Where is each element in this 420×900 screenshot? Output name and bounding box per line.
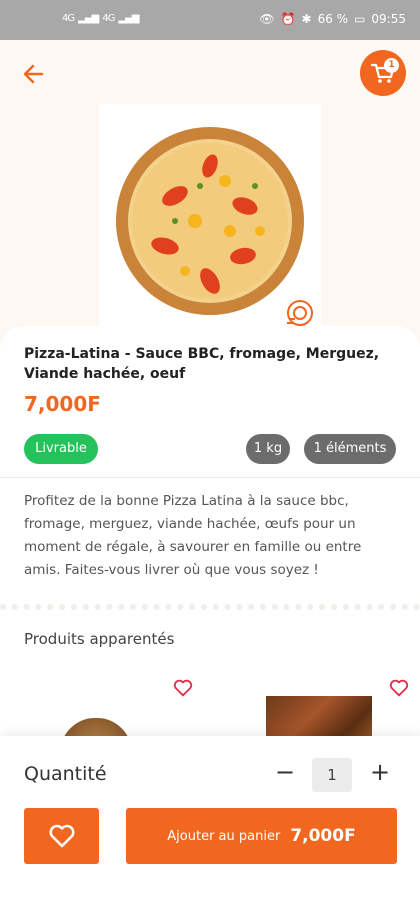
network-label: 4G xyxy=(62,13,75,24)
signal-icon: ▂▄▆ xyxy=(78,13,99,24)
cart-button[interactable]: 1 xyxy=(360,50,406,96)
related-products: Produits apparentés xyxy=(0,604,420,758)
back-button[interactable] xyxy=(20,60,48,88)
network-indicator: 4G ▂▄▆ 4G ▂▄▆ xyxy=(62,13,139,24)
cart-badge: 1 xyxy=(384,58,399,73)
status-bar: 4G ▂▄▆ 4G ▂▄▆ 👁 ⏰ ✱ 66 % ▭ 09:55 xyxy=(0,0,420,40)
product-price: 7,000F xyxy=(24,392,101,416)
status-right: 👁 ⏰ ✱ 66 % ▭ 09:55 xyxy=(259,12,406,26)
bluetooth-icon: ✱ xyxy=(301,12,312,26)
items-badge: 1 éléments xyxy=(304,434,396,464)
related-title: Produits apparentés xyxy=(24,630,175,648)
pizza-image xyxy=(116,127,304,315)
heart-icon[interactable] xyxy=(172,677,194,699)
network-label-2: 4G xyxy=(102,13,115,24)
battery-text: 66 % xyxy=(317,12,349,26)
add-to-cart-price: 7,000F xyxy=(290,826,356,846)
alarm-icon: ⏰ xyxy=(280,12,296,26)
battery-icon: ▭ xyxy=(354,12,366,26)
signal-icon-2: ▂▄▆ xyxy=(118,13,139,24)
delivery-icon xyxy=(287,300,313,326)
favorite-button[interactable] xyxy=(24,808,99,864)
product-title: Pizza-Latina - Sauce BBC, fromage, Mergu… xyxy=(24,346,380,382)
heart-icon[interactable] xyxy=(388,677,410,699)
product-image xyxy=(99,104,321,336)
add-to-cart-label: Ajouter au panier xyxy=(167,828,281,844)
back-arrow-icon xyxy=(23,64,44,84)
product-description: Profitez de la bonne Pizza Latina à la s… xyxy=(24,493,362,578)
weight-badge: 1 kg xyxy=(246,434,290,464)
eye-icon: 👁 xyxy=(259,12,275,26)
bottom-bar: Quantité − 1 + Ajouter au panier 7,000F xyxy=(0,736,420,900)
increment-button[interactable]: + xyxy=(367,760,393,786)
quantity-stepper[interactable]: 1 xyxy=(312,758,352,792)
divider xyxy=(0,477,420,478)
decrement-button[interactable]: − xyxy=(272,760,298,786)
heart-icon xyxy=(49,824,74,848)
clock: 09:55 xyxy=(371,12,406,26)
add-to-cart-button[interactable]: Ajouter au panier 7,000F xyxy=(126,808,397,864)
quantity-label: Quantité xyxy=(24,763,107,785)
availability-badge: Livrable xyxy=(24,434,98,464)
product-details: Pizza-Latina - Sauce BBC, fromage, Mergu… xyxy=(0,326,420,616)
